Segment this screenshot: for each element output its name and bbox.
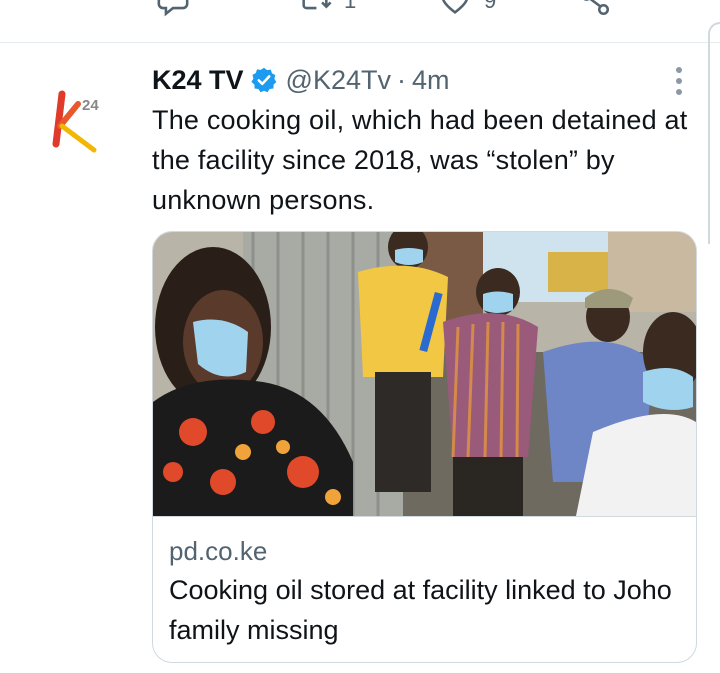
svg-text:24: 24 bbox=[82, 97, 99, 114]
reply-icon bbox=[157, 0, 189, 17]
adjacent-card-edge bbox=[708, 22, 720, 244]
like-icon bbox=[441, 0, 469, 14]
user-handle[interactable]: @K24Tv bbox=[286, 65, 391, 96]
meta-separator: · bbox=[397, 64, 406, 95]
tweet-divider bbox=[0, 42, 720, 43]
k24-avatar[interactable]: 24 bbox=[48, 84, 118, 160]
retweet-count: 1 bbox=[344, 0, 357, 13]
card-photo[interactable] bbox=[153, 232, 696, 516]
tweet-header: K24 TV @K24Tv · 4m bbox=[152, 62, 450, 98]
more-dot-icon bbox=[676, 78, 682, 84]
link-preview-card[interactable]: pd.co.ke Cooking oil stored at facility … bbox=[152, 231, 697, 663]
more-dot-icon bbox=[676, 89, 682, 95]
card-title[interactable]: Cooking oil stored at facility linked to… bbox=[169, 570, 689, 650]
more-dot-icon bbox=[676, 67, 682, 73]
reply-button[interactable] bbox=[156, 0, 190, 18]
card-divider bbox=[153, 516, 696, 517]
verified-badge-icon bbox=[250, 67, 276, 93]
tweet-text: The cooking oil, which had been detained… bbox=[152, 105, 688, 215]
k24-logo-icon: 24 bbox=[52, 90, 99, 153]
like-button[interactable]: 9 bbox=[438, 0, 496, 18]
retweet-icon bbox=[302, 0, 332, 10]
share-button[interactable] bbox=[578, 0, 612, 18]
like-count: 9 bbox=[484, 0, 497, 13]
tweet-timestamp[interactable]: 4m bbox=[412, 65, 450, 96]
retweet-button[interactable]: 1 bbox=[298, 0, 356, 18]
previous-tweet-actions: 1 9 bbox=[0, 0, 720, 40]
share-icon bbox=[583, 0, 610, 16]
more-options-button[interactable] bbox=[662, 64, 696, 98]
display-name[interactable]: K24 TV bbox=[152, 65, 244, 96]
card-domain: pd.co.ke bbox=[169, 536, 268, 566]
news-photo-image bbox=[153, 232, 696, 516]
